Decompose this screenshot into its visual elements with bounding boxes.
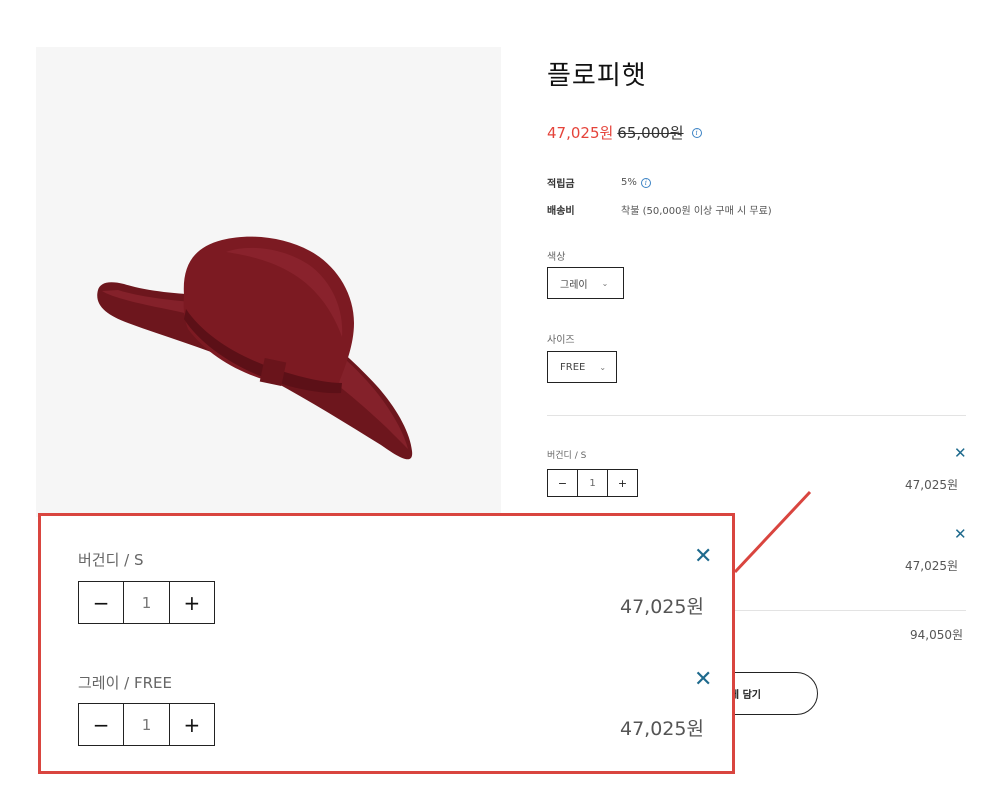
quantity-stepper: − 1 + [78, 581, 215, 624]
quantity-input[interactable]: 1 [123, 704, 170, 745]
selected-item-name: 그레이 / FREE [78, 674, 172, 692]
selected-item-price: 47,025원 [620, 718, 704, 740]
selected-item-price: 47,025원 [620, 596, 704, 618]
plus-icon[interactable]: + [170, 704, 214, 745]
minus-icon[interactable]: − [79, 582, 123, 623]
plus-icon[interactable]: + [170, 582, 214, 623]
close-icon[interactable]: ✕ [694, 546, 712, 568]
quantity-input[interactable]: 1 [123, 582, 170, 623]
selected-item-name: 버건디 / S [78, 551, 144, 569]
close-icon[interactable]: ✕ [694, 669, 712, 691]
zoom-callout: 버건디 / S ✕ − 1 + 47,025원 그레이 / FREE ✕ − 1… [38, 513, 735, 774]
minus-icon[interactable]: − [79, 704, 123, 745]
quantity-stepper: − 1 + [78, 703, 215, 746]
